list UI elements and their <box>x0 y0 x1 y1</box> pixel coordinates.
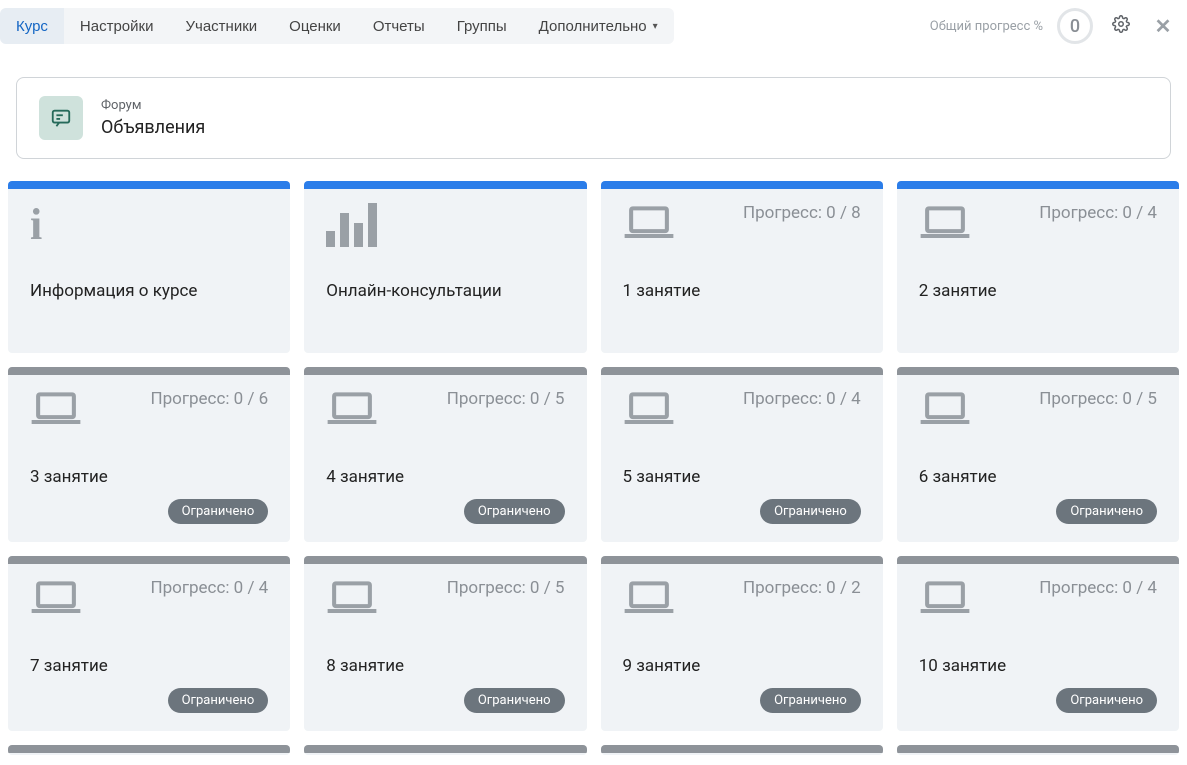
forum-banner[interactable]: Форум Объявления <box>16 77 1171 159</box>
tab-Настройки[interactable]: Настройки <box>64 8 170 44</box>
nav-tabs: КурсНастройкиУчастникиОценкиОтчетыГруппы… <box>0 8 674 44</box>
card-progress: Прогресс: 0 / 5 <box>1039 389 1157 409</box>
card-title: Информация о курсе <box>30 281 268 301</box>
laptop-icon <box>623 578 675 622</box>
restricted-badge: Ограничено <box>168 499 269 524</box>
section-card[interactable]: Прогресс: 0 / 6 3 занятие Ограничено <box>8 367 290 542</box>
card-title: Онлайн-консультации <box>326 281 564 301</box>
settings-button[interactable] <box>1107 12 1135 40</box>
card-stripe <box>897 181 1179 189</box>
tab-Группы[interactable]: Группы <box>441 8 523 44</box>
section-card[interactable]: Прогресс: 0 / 2 9 занятие Ограничено <box>601 556 883 731</box>
card-title: 1 занятие <box>623 281 861 301</box>
laptop-icon <box>30 578 82 622</box>
forum-type: Форум <box>101 98 205 113</box>
laptop-icon <box>326 389 378 433</box>
section-grid-partial <box>8 745 1179 755</box>
section-grid: i Информация о курсе Онлайн-консультации Пр… <box>8 181 1179 731</box>
section-card[interactable]: Прогресс: 0 / 5 4 занятие Ограничено <box>304 367 586 542</box>
section-card[interactable]: Онлайн-консультации <box>304 181 586 353</box>
tab-Оценки[interactable]: Оценки <box>273 8 357 44</box>
card-stripe <box>304 181 586 189</box>
card-title: 5 занятие <box>623 467 861 487</box>
restricted-badge: Ограничено <box>1056 688 1157 713</box>
laptop-icon <box>919 203 971 247</box>
section-card[interactable] <box>304 745 586 755</box>
restricted-badge: Ограничено <box>1056 499 1157 524</box>
laptop-icon <box>919 389 971 433</box>
tab-Дополнительно[interactable]: Дополнительно▾ <box>523 8 674 44</box>
chevron-down-icon: ▾ <box>653 21 658 32</box>
card-stripe <box>897 556 1179 564</box>
card-progress: Прогресс: 0 / 5 <box>447 578 565 598</box>
card-progress: Прогресс: 0 / 6 <box>150 389 268 409</box>
card-title: 6 занятие <box>919 467 1157 487</box>
card-progress: Прогресс: 0 / 4 <box>150 578 268 598</box>
section-card[interactable] <box>601 745 883 755</box>
section-card[interactable]: Прогресс: 0 / 4 7 занятие Ограничено <box>8 556 290 731</box>
card-stripe <box>601 556 883 564</box>
forum-icon <box>39 96 83 140</box>
restricted-badge: Ограничено <box>168 688 269 713</box>
section-card[interactable]: Прогресс: 0 / 4 10 занятие Ограничено <box>897 556 1179 731</box>
card-stripe <box>8 556 290 564</box>
close-button[interactable]: ✕ <box>1149 12 1177 40</box>
card-stripe <box>304 367 586 375</box>
section-card[interactable] <box>8 745 290 755</box>
laptop-icon <box>30 389 82 433</box>
overall-progress-value: 0 <box>1057 8 1093 44</box>
gear-icon <box>1112 15 1130 38</box>
section-card[interactable] <box>897 745 1179 755</box>
card-stripe <box>8 367 290 375</box>
card-progress: Прогресс: 0 / 2 <box>743 578 861 598</box>
laptop-icon <box>919 578 971 622</box>
section-card[interactable]: Прогресс: 0 / 5 6 занятие Ограничено <box>897 367 1179 542</box>
laptop-icon <box>326 578 378 622</box>
top-bar: КурсНастройкиУчастникиОценкиОтчетыГруппы… <box>0 0 1187 52</box>
card-title: 4 занятие <box>326 467 564 487</box>
restricted-badge: Ограничено <box>760 688 861 713</box>
card-progress: Прогресс: 0 / 4 <box>1039 578 1157 598</box>
card-title: 3 занятие <box>30 467 268 487</box>
card-stripe <box>304 556 586 564</box>
card-progress: Прогресс: 0 / 4 <box>1039 203 1157 223</box>
card-progress: Прогресс: 0 / 4 <box>743 389 861 409</box>
section-card[interactable]: Прогресс: 0 / 5 8 занятие Ограничено <box>304 556 586 731</box>
card-title: 8 занятие <box>326 656 564 676</box>
card-stripe <box>8 745 290 753</box>
card-title: 9 занятие <box>623 656 861 676</box>
laptop-icon <box>623 203 675 247</box>
section-card[interactable]: i Информация о курсе <box>8 181 290 353</box>
section-card[interactable]: Прогресс: 0 / 8 1 занятие <box>601 181 883 353</box>
card-stripe <box>601 181 883 189</box>
close-icon: ✕ <box>1155 14 1172 39</box>
section-card[interactable]: Прогресс: 0 / 4 5 занятие Ограничено <box>601 367 883 542</box>
card-stripe <box>601 745 883 753</box>
forum-text: Форум Объявления <box>101 98 205 138</box>
restricted-badge: Ограничено <box>464 499 565 524</box>
card-stripe <box>304 745 586 753</box>
content-area: Форум Объявления i Информация о курсе Онла… <box>0 52 1187 755</box>
card-stripe <box>8 181 290 189</box>
chart-bars-icon <box>326 203 377 247</box>
info-icon: i <box>30 203 42 247</box>
overall-progress-label: Общий прогресс % <box>930 19 1043 34</box>
card-title: 7 занятие <box>30 656 268 676</box>
tab-Курс[interactable]: Курс <box>0 8 64 44</box>
card-title: 2 занятие <box>919 281 1157 301</box>
tab-Отчеты[interactable]: Отчеты <box>357 8 441 44</box>
forum-title: Объявления <box>101 117 205 138</box>
card-stripe <box>897 367 1179 375</box>
card-stripe <box>897 745 1179 753</box>
tab-Участники[interactable]: Участники <box>169 8 273 44</box>
card-title: 10 занятие <box>919 656 1157 676</box>
laptop-icon <box>623 389 675 433</box>
restricted-badge: Ограничено <box>464 688 565 713</box>
section-card[interactable]: Прогресс: 0 / 4 2 занятие <box>897 181 1179 353</box>
card-progress: Прогресс: 0 / 5 <box>447 389 565 409</box>
restricted-badge: Ограничено <box>760 499 861 524</box>
card-progress: Прогресс: 0 / 8 <box>743 203 861 223</box>
card-stripe <box>601 367 883 375</box>
header-controls: Общий прогресс % 0 ✕ <box>930 8 1177 44</box>
